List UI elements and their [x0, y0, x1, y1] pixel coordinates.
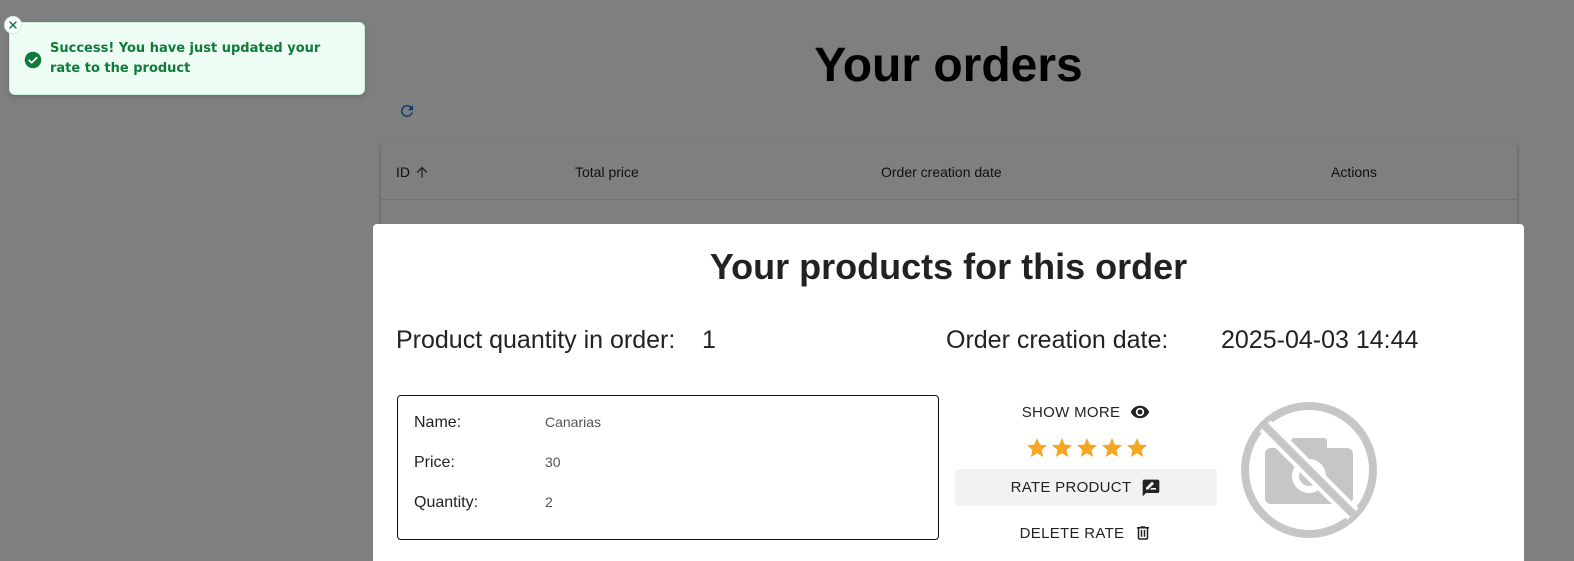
name-value: Canarias [545, 414, 602, 430]
product-quantity-label: Product quantity in order: [396, 326, 676, 354]
order-date-value: 2025-04-03 14:44 [1221, 326, 1419, 354]
close-icon [9, 21, 17, 29]
star-icon[interactable] [1050, 436, 1074, 460]
delete-rate-button[interactable]: DELETE RATE [955, 519, 1217, 547]
star-icon[interactable] [1025, 436, 1049, 460]
quantity-label: Quantity: [414, 494, 479, 511]
rate-review-icon [1143, 479, 1160, 496]
delete-rate-label: DELETE RATE [1019, 524, 1125, 542]
star-icon[interactable] [1075, 436, 1099, 460]
check-circle-icon [24, 51, 42, 69]
eye-icon [1131, 405, 1150, 419]
product-quantity-value: 1 [702, 326, 716, 354]
success-toast: Success! You have just updated your rate… [9, 22, 365, 95]
no-photo-icon [1241, 402, 1377, 538]
quantity-value: 2 [545, 494, 553, 510]
modal-title: Your products for this order [709, 246, 1188, 287]
rating-stars[interactable] [1025, 436, 1149, 460]
show-more-button[interactable]: SHOW MORE [955, 398, 1217, 426]
order-date-label: Order creation date: [946, 326, 1169, 354]
star-icon[interactable] [1125, 436, 1149, 460]
rate-product-button[interactable]: RATE PRODUCT [955, 469, 1217, 506]
rate-product-label: RATE PRODUCT [1010, 479, 1132, 496]
toast-close-button[interactable] [4, 16, 22, 34]
price-label: Price: [414, 454, 455, 471]
price-value: 30 [545, 454, 561, 470]
product-card: Name: Canarias Price: 30 Quantity: 2 [397, 395, 939, 540]
show-more-label: SHOW MORE [1021, 403, 1121, 421]
trash-icon [1137, 526, 1150, 540]
star-icon[interactable] [1100, 436, 1124, 460]
name-label: Name: [414, 414, 462, 431]
toast-message: Success! You have just updated your rate… [50, 41, 321, 76]
order-products-modal: Your products for this order Product qua… [373, 224, 1524, 561]
